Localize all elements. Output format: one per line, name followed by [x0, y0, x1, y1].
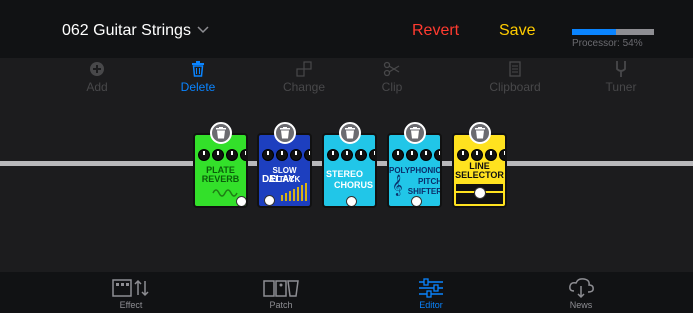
- tab-news-label: News: [569, 300, 593, 310]
- knob[interactable]: [457, 149, 469, 161]
- knob[interactable]: [420, 149, 432, 161]
- pedal-knobs: [457, 149, 505, 161]
- delete-pedal-button[interactable]: [339, 122, 361, 144]
- delete-pedal-button[interactable]: [404, 122, 426, 144]
- change-button[interactable]: Change: [259, 60, 349, 94]
- pedal-title: POLYPHONIC: [389, 166, 442, 175]
- chevron-down-icon[interactable]: [196, 22, 210, 36]
- processor-label: Processor: 54%: [572, 38, 643, 49]
- tab-effect-label: Effect: [119, 300, 143, 310]
- footswitch[interactable]: [474, 187, 486, 199]
- swap-icon: [296, 61, 312, 77]
- add-label: Add: [86, 80, 108, 94]
- change-label: Change: [282, 80, 326, 94]
- trash-icon: [345, 127, 355, 139]
- footswitch[interactable]: [411, 196, 422, 206]
- signal-chain-canvas: PLATE REVERB SLOW ATTACK DELAY STEREO CH…: [0, 102, 693, 272]
- pedal-subtitle: SELECTOR: [455, 170, 504, 180]
- tuner-button[interactable]: Tuner: [576, 60, 666, 94]
- pedal-subtitle: REVERB: [201, 174, 240, 184]
- pedal-plate-reverb[interactable]: PLATE REVERB: [193, 133, 248, 208]
- pedal-stereo-chorus[interactable]: STEREO CHORUS: [322, 133, 377, 208]
- knob[interactable]: [198, 149, 210, 161]
- delete-pedal-button[interactable]: [210, 122, 232, 144]
- knob[interactable]: [434, 149, 440, 161]
- patch-name[interactable]: 062 Guitar Strings: [62, 22, 191, 40]
- reverb-waves-icon: [212, 189, 238, 197]
- pedal-knobs: [392, 149, 440, 161]
- tab-editor-label: Editor: [419, 300, 443, 310]
- clipboard-icon: [509, 61, 521, 77]
- tab-effect[interactable]: Effect: [91, 277, 171, 310]
- selector-panel: [456, 182, 503, 204]
- delete-button[interactable]: Delete: [153, 60, 243, 94]
- pedal-knobs: [262, 149, 310, 161]
- knob[interactable]: [406, 149, 418, 161]
- footswitch[interactable]: [236, 196, 246, 206]
- footswitch[interactable]: [346, 196, 357, 206]
- pedal-polyphonic-pitch-shifter[interactable]: POLYPHONIC PITCH SHIFTER 𝄞: [387, 133, 442, 208]
- delete-pedal-button[interactable]: [469, 122, 491, 144]
- knob[interactable]: [392, 149, 404, 161]
- pedal-subtitle: CHORUS: [333, 180, 373, 190]
- knob[interactable]: [290, 149, 302, 161]
- pedal-title: STEREO: [326, 169, 364, 179]
- bottom-tab-bar: Effect Patch Editor News: [0, 272, 693, 313]
- tab-news[interactable]: News: [541, 277, 621, 310]
- knob[interactable]: [304, 149, 310, 161]
- knob[interactable]: [471, 149, 483, 161]
- cloud-download-icon: [569, 278, 594, 299]
- add-circle-icon: [90, 62, 104, 76]
- clip-button[interactable]: Clip: [347, 60, 437, 94]
- knob[interactable]: [485, 149, 497, 161]
- delay-bars-icon: [281, 183, 307, 201]
- trash-icon: [475, 127, 485, 139]
- sliders-icon: [419, 278, 443, 298]
- pedal-line-selector[interactable]: LINE SELECTOR: [452, 133, 507, 208]
- pedal-subtitle: PITCH SHIFTER: [407, 177, 442, 196]
- footswitch[interactable]: [264, 195, 275, 206]
- save-button[interactable]: Save: [499, 22, 535, 40]
- scissors-icon: [383, 61, 400, 77]
- trash-icon: [192, 61, 204, 77]
- treble-clef-icon: 𝄞: [392, 175, 403, 196]
- knob[interactable]: [341, 149, 353, 161]
- clip-label: Clip: [381, 80, 403, 94]
- knob[interactable]: [369, 149, 375, 161]
- header-bar: 062 Guitar Strings Revert Save Processor…: [0, 0, 693, 58]
- tuning-fork-icon: [616, 61, 626, 77]
- clipboard-label: Clipboard: [489, 80, 541, 94]
- processor-meter-fill: [572, 29, 617, 35]
- knob[interactable]: [262, 149, 274, 161]
- knob[interactable]: [499, 149, 505, 161]
- tab-patch-label: Patch: [269, 300, 293, 310]
- knob[interactable]: [212, 149, 224, 161]
- knob[interactable]: [240, 149, 246, 161]
- trash-icon: [216, 127, 226, 139]
- processor-meter: [572, 29, 654, 35]
- tab-patch[interactable]: Patch: [241, 277, 321, 310]
- pedal-knobs: [327, 149, 375, 161]
- patch-icon: [263, 280, 299, 297]
- knob[interactable]: [226, 149, 238, 161]
- add-button[interactable]: Add: [52, 60, 142, 94]
- pedal-slow-attack-delay[interactable]: SLOW ATTACK DELAY: [257, 133, 312, 208]
- tab-editor[interactable]: Editor: [391, 277, 471, 310]
- tuner-label: Tuner: [605, 80, 637, 94]
- editor-toolbar: Add Delete Change Clip Clipboard Tuner: [0, 58, 693, 102]
- revert-button[interactable]: Revert: [412, 22, 459, 40]
- knob[interactable]: [327, 149, 339, 161]
- app-window: 062 Guitar Strings Revert Save Processor…: [0, 0, 693, 313]
- trash-icon: [280, 127, 290, 139]
- knob[interactable]: [355, 149, 367, 161]
- delete-pedal-button[interactable]: [274, 122, 296, 144]
- knob[interactable]: [276, 149, 288, 161]
- effect-icon: [112, 279, 149, 297]
- trash-icon: [410, 127, 420, 139]
- delete-label: Delete: [180, 80, 216, 94]
- clipboard-button[interactable]: Clipboard: [470, 60, 560, 94]
- pedal-knobs: [198, 149, 246, 161]
